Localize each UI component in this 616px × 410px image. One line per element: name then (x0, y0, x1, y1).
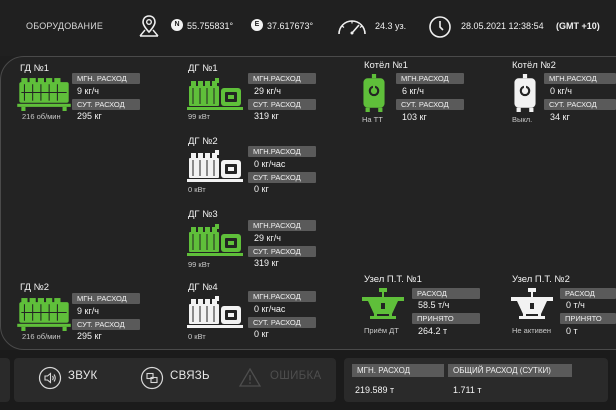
boiler-icon (361, 74, 387, 112)
daily-consumption-value: 319 кг (254, 258, 279, 268)
inst-consumption-value: 9 кг/ч (77, 306, 99, 316)
daily-consumption-value: 34 кг (550, 112, 570, 122)
status-label: Не активен (512, 326, 552, 335)
total-daily-label: ОБЩИЙ РАСХОД (СУТКИ) (448, 364, 572, 377)
power-label: 99 кВт (188, 260, 210, 269)
flow-label: РАСХОД (412, 288, 480, 299)
speedometer-icon (338, 20, 366, 35)
daily-consumption-value: 0 кг (254, 184, 269, 194)
inst-consumption-label: МГН.РАСХОД (248, 73, 316, 84)
inst-consumption-value: 0 кг/час (254, 304, 286, 314)
rpm-label: 216 об/мин (22, 332, 61, 341)
fuel-node-icon (511, 288, 553, 322)
fuel-node-icon (362, 288, 404, 322)
power-label: 0 кВт (188, 185, 206, 194)
link-icon (140, 366, 164, 390)
unit-title: Котёл №1 (364, 60, 408, 71)
totals-box: МГН. РАСХОД 219.589 т ОБЩИЙ РАСХОД (СУТК… (344, 358, 608, 402)
unit-title: ДГ №2 (188, 136, 218, 147)
total-daily-value: 1.711 т (453, 385, 482, 395)
timezone-value: (GMT +10) (556, 21, 600, 31)
engine-icon (17, 76, 71, 111)
daily-consumption-label: СУТ. РАСХОД (544, 99, 616, 110)
unit-title: ДГ №3 (188, 209, 218, 220)
flow-label: РАСХОД (560, 288, 616, 299)
daily-consumption-value: 295 кг (77, 331, 102, 341)
inst-consumption-value: 9 кг/ч (77, 86, 99, 96)
total-inst-label: МГН. РАСХОД (352, 364, 444, 377)
daily-consumption-value: 295 кг (77, 111, 102, 121)
mode-label: Выкл. (512, 115, 533, 124)
page-title: ОБОРУДОВАНИЕ (26, 21, 104, 31)
inst-consumption-value: 0 кг/ч (550, 86, 572, 96)
inst-consumption-label: МГН.РАСХОД (248, 220, 316, 231)
link-label: СВЯЗЬ (170, 370, 210, 382)
inst-consumption-value: 29 кг/ч (254, 86, 281, 96)
warning-icon (238, 367, 262, 387)
inst-consumption-label: МГН.РАСХОД (544, 73, 616, 84)
latitude-badge: N (171, 19, 183, 31)
top-bar: ОБОРУДОВАНИЕ N 55.755831° E 37.617673° 2… (0, 0, 616, 56)
generator-icon (186, 78, 244, 112)
power-label: 0 кВт (188, 332, 206, 341)
speaker-icon (38, 366, 62, 390)
longitude-badge: E (251, 19, 263, 31)
daily-consumption-label: СУТ. РАСХОД (248, 172, 316, 183)
inst-consumption-label: МГН. РАСХОД (72, 73, 140, 84)
unit-title: ДГ №1 (188, 63, 218, 74)
speed-value: 24.3 уз. (375, 21, 407, 31)
generator-icon (186, 224, 244, 258)
daily-consumption-label: СУТ. РАСХОД (72, 319, 140, 330)
daily-consumption-label: СУТ. РАСХОД (248, 246, 316, 257)
boiler-icon (512, 74, 538, 112)
unit-title: Котёл №2 (512, 60, 556, 71)
longitude-value: 37.617673° (267, 21, 314, 31)
inst-consumption-label: МГН. РАСХОД (72, 293, 140, 304)
received-value: 264.2 т (418, 326, 448, 336)
mode-label: На ТТ (362, 115, 383, 124)
clock-icon (429, 16, 451, 38)
rpm-label: 216 об/мин (22, 112, 61, 121)
generator-icon (186, 150, 244, 184)
unit-title: Узел П.Т. №1 (364, 274, 422, 285)
received-label: ПРИНЯТО (560, 313, 616, 324)
unit-title: Узел П.Т. №2 (512, 274, 570, 285)
daily-consumption-label: СУТ. РАСХОД (396, 99, 464, 110)
bottom-left-stub (0, 358, 10, 402)
latitude-value: 55.755831° (187, 21, 234, 31)
received-label: ПРИНЯТО (412, 313, 480, 324)
daily-consumption-label: СУТ. РАСХОД (248, 317, 316, 328)
inst-consumption-label: МГН.РАСХОД (396, 73, 464, 84)
unit-title: ГД №1 (20, 63, 50, 74)
power-label: 99 кВт (188, 112, 210, 121)
daily-consumption-label: СУТ. РАСХОД (72, 99, 140, 110)
total-inst-value: 219.589 т (355, 385, 395, 395)
daily-consumption-label: СУТ. РАСХОД (248, 99, 316, 110)
daily-consumption-value: 103 кг (402, 112, 427, 122)
sound-label: ЗВУК (68, 370, 98, 382)
flow-value: 58.5 т/ч (418, 300, 450, 310)
inst-consumption-value: 6 кг/ч (402, 86, 424, 96)
daily-consumption-value: 0 кг (254, 329, 269, 339)
error-label: ОШИБКА (270, 370, 322, 382)
flow-value: 0 т/ч (566, 300, 585, 310)
unit-title: ДГ №4 (188, 282, 218, 293)
status-label: Приём ДТ (364, 326, 399, 335)
unit-title: ГД №2 (20, 282, 50, 293)
inst-consumption-value: 0 кг/час (254, 159, 286, 169)
bottom-bar: ЗВУК СВЯЗЬ ОШИБКА МГН. РАСХОД 219.589 т … (0, 350, 616, 410)
map-pin-icon (139, 15, 159, 37)
inst-consumption-label: МГН.РАСХОД (248, 291, 316, 302)
inst-consumption-value: 29 кг/ч (254, 233, 281, 243)
engine-icon (17, 296, 71, 331)
received-value: 0 т (566, 326, 578, 336)
daily-consumption-value: 319 кг (254, 111, 279, 121)
generator-icon (186, 296, 244, 330)
datetime-value: 28.05.2021 12:38:54 (461, 21, 544, 31)
inst-consumption-label: МГН.РАСХОД (248, 146, 316, 157)
